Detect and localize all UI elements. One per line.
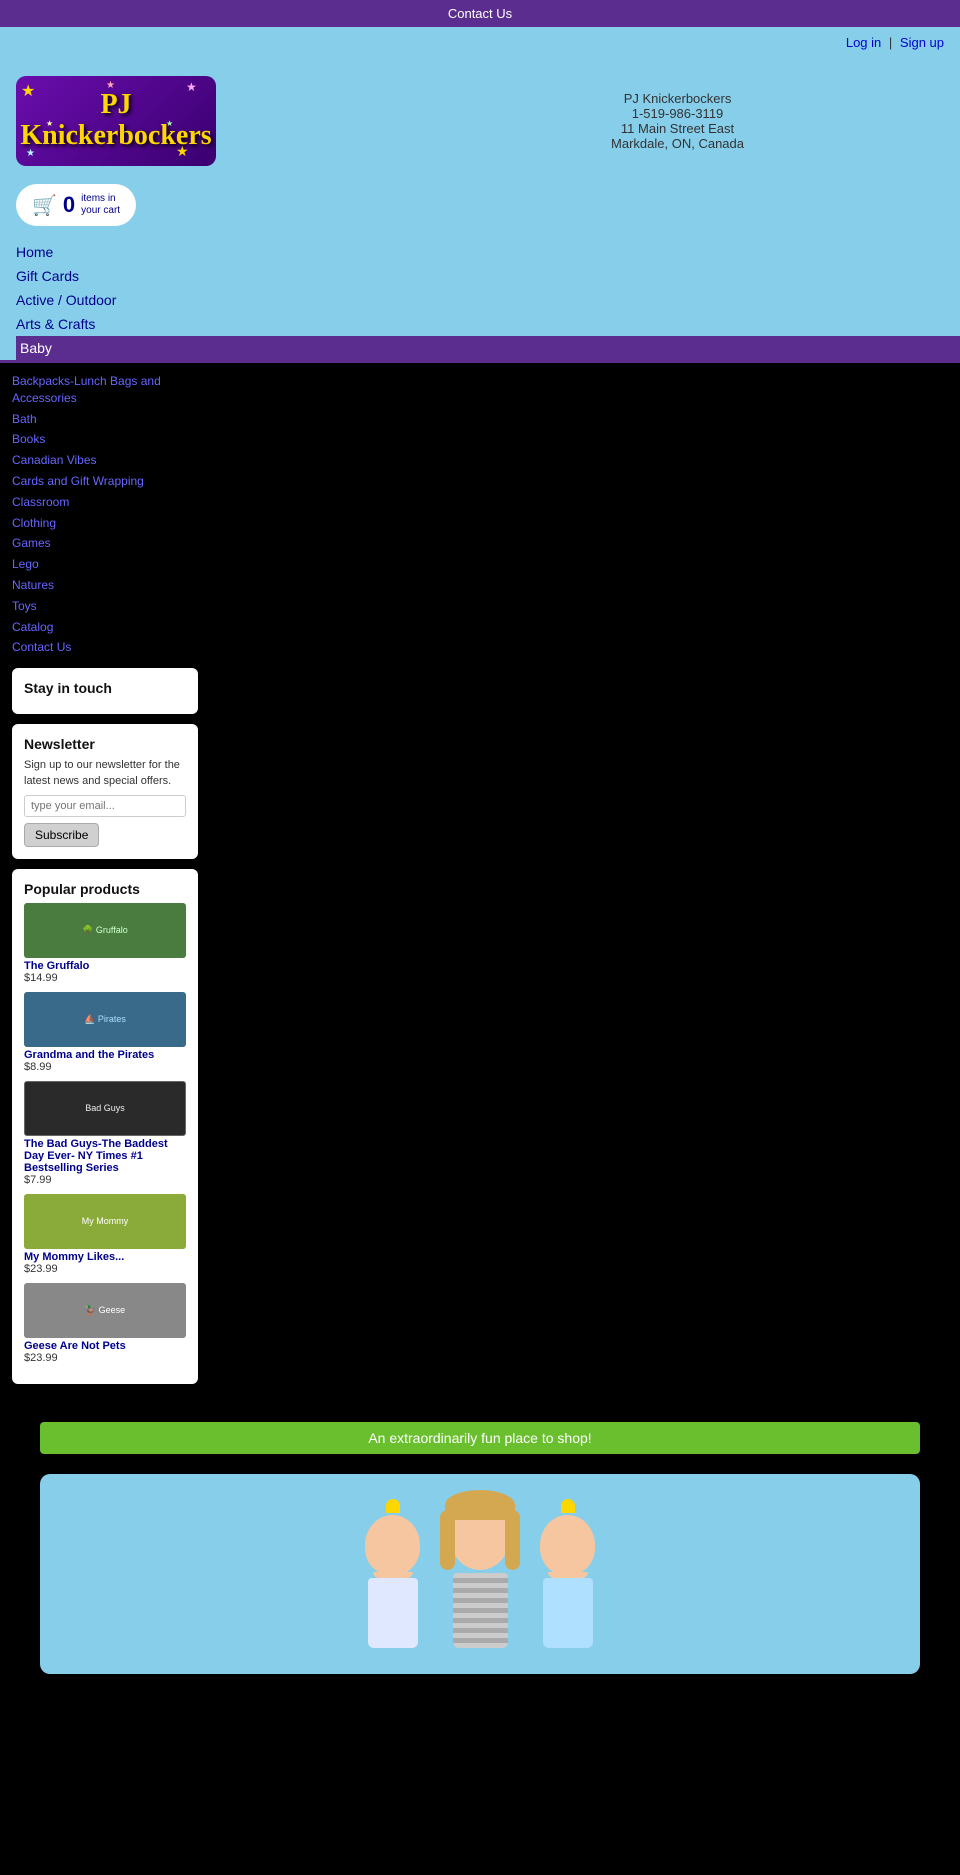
newsletter-description: Sign up to our newsletter for the latest… <box>24 758 186 789</box>
sidebar-item-backpacks[interactable]: Backpacks-Lunch Bags and Accessories <box>12 371 198 409</box>
bottom-image-area <box>40 1474 920 1674</box>
sidebar-item-clothing[interactable]: Clothing <box>12 513 198 534</box>
stay-in-touch-title: Stay in touch <box>24 680 186 696</box>
nav-baby[interactable]: Baby <box>16 336 960 360</box>
doll-figures <box>355 1489 605 1658</box>
product-price-grandma: $8.99 <box>24 1061 186 1073</box>
store-phone: 1-519-986-3119 <box>611 106 744 121</box>
store-address1: 11 Main Street East <box>611 121 744 136</box>
contact-us-label[interactable]: Contact Us <box>448 6 512 21</box>
product-title-geese: Geese Are Not Pets <box>24 1340 186 1352</box>
cart-count: 0 <box>63 192 75 218</box>
product-item-bad-guys[interactable]: Bad Guys The Bad Guys-The Baddest Day Ev… <box>24 1081 186 1186</box>
sidebar-item-contact-us[interactable]: Contact Us <box>12 637 198 658</box>
logo-info-area: ★ ★ ★ ★ ★ ★ ★ PJKnickerbockers PJ Knicke… <box>0 58 960 184</box>
product-title-bad-guys: The Bad Guys-The Baddest Day Ever- NY Ti… <box>24 1138 186 1174</box>
sidebar-item-bath[interactable]: Bath <box>12 409 198 430</box>
subscribe-button[interactable]: Subscribe <box>24 823 99 847</box>
auth-links: Log in | Sign up <box>846 35 944 50</box>
doll-3 <box>540 1499 595 1648</box>
cart-label: items in your cart <box>81 193 120 217</box>
store-info: PJ Knickerbockers 1-519-986-3119 11 Main… <box>611 91 744 151</box>
newsletter-title: Newsletter <box>24 736 186 752</box>
signup-link[interactable]: Sign up <box>900 35 944 50</box>
product-title-mommy: My Mommy Likes... <box>24 1251 186 1263</box>
cart-label2: your cart <box>81 205 120 217</box>
nav-home[interactable]: Home <box>16 240 960 264</box>
store-name: PJ Knickerbockers <box>611 91 744 106</box>
popular-products-title: Popular products <box>24 881 186 897</box>
login-link[interactable]: Log in <box>846 35 881 50</box>
newsletter-widget: Newsletter Sign up to our newsletter for… <box>12 724 198 859</box>
sidebar-item-cards-gift[interactable]: Cards and Gift Wrapping <box>12 471 198 492</box>
doll-2 <box>450 1505 510 1648</box>
product-item-grandma[interactable]: ⛵ Pirates Grandma and the Pirates $8.99 <box>24 992 186 1073</box>
sidebar-item-natures[interactable]: Natures <box>12 575 198 596</box>
spacer <box>0 1402 960 1422</box>
sidebar-item-catalog[interactable]: Catalog <box>12 617 198 638</box>
product-price-mommy: $23.99 <box>24 1263 186 1275</box>
logo-text: PJKnickerbockers <box>20 90 211 152</box>
sidebar-item-canadian-vibes[interactable]: Canadian Vibes <box>12 450 198 471</box>
cart-label1: items in <box>81 193 120 205</box>
product-price-bad-guys: $7.99 <box>24 1174 186 1186</box>
nav-active-outdoor[interactable]: Active / Outdoor <box>16 288 960 312</box>
store-address2: Markdale, ON, Canada <box>611 136 744 151</box>
sidebar: Backpacks-Lunch Bags and Accessories Bat… <box>0 363 210 1402</box>
sidebar-item-lego[interactable]: Lego <box>12 554 198 575</box>
doll-1 <box>365 1499 420 1648</box>
product-image-geese: 🦆 Geese <box>24 1283 186 1338</box>
product-price-geese: $23.99 <box>24 1352 186 1364</box>
product-item-geese[interactable]: 🦆 Geese Geese Are Not Pets $23.99 <box>24 1283 186 1364</box>
content-right <box>210 363 960 1402</box>
cart-cloud[interactable]: 🛒 0 items in your cart <box>16 184 136 226</box>
cart-area: 🛒 0 items in your cart <box>0 184 960 236</box>
auth-area: Log in | Sign up <box>0 27 960 58</box>
navigation: Home Gift Cards Active / Outdoor Arts & … <box>0 236 960 363</box>
product-title-grandma: Grandma and the Pirates <box>24 1049 186 1061</box>
logo[interactable]: ★ ★ ★ ★ ★ ★ ★ PJKnickerbockers <box>16 76 216 166</box>
product-item-mommy[interactable]: My Mommy My Mommy Likes... $23.99 <box>24 1194 186 1275</box>
top-bar: Contact Us <box>0 0 960 27</box>
product-title-gruffalo: The Gruffalo <box>24 960 186 972</box>
nav-gift-cards[interactable]: Gift Cards <box>16 264 960 288</box>
product-image-gruffalo: 🌳 Gruffalo <box>24 903 186 958</box>
sidebar-item-toys[interactable]: Toys <box>12 596 198 617</box>
bottom-banner: An extraordinarily fun place to shop! <box>40 1422 920 1454</box>
email-field[interactable] <box>24 795 186 817</box>
product-image-bad-guys: Bad Guys <box>24 1081 186 1136</box>
popular-products-widget: Popular products 🌳 Gruffalo The Gruffalo… <box>12 869 198 1384</box>
product-price-gruffalo: $14.99 <box>24 972 186 984</box>
nav-arts-crafts[interactable]: Arts & Crafts <box>16 312 960 336</box>
sidebar-item-classroom[interactable]: Classroom <box>12 492 198 513</box>
bottom-banner-text: An extraordinarily fun place to shop! <box>368 1430 591 1446</box>
sidebar-item-games[interactable]: Games <box>12 533 198 554</box>
auth-separator: | <box>889 35 892 50</box>
cart-icon: 🛒 <box>32 193 57 218</box>
product-image-mommy: My Mommy <box>24 1194 186 1249</box>
sidebar-item-books[interactable]: Books <box>12 429 198 450</box>
stay-in-touch-widget: Stay in touch <box>12 668 198 714</box>
main-content: Backpacks-Lunch Bags and Accessories Bat… <box>0 363 960 1402</box>
product-item-gruffalo[interactable]: 🌳 Gruffalo The Gruffalo $14.99 <box>24 903 186 984</box>
product-image-grandma: ⛵ Pirates <box>24 992 186 1047</box>
